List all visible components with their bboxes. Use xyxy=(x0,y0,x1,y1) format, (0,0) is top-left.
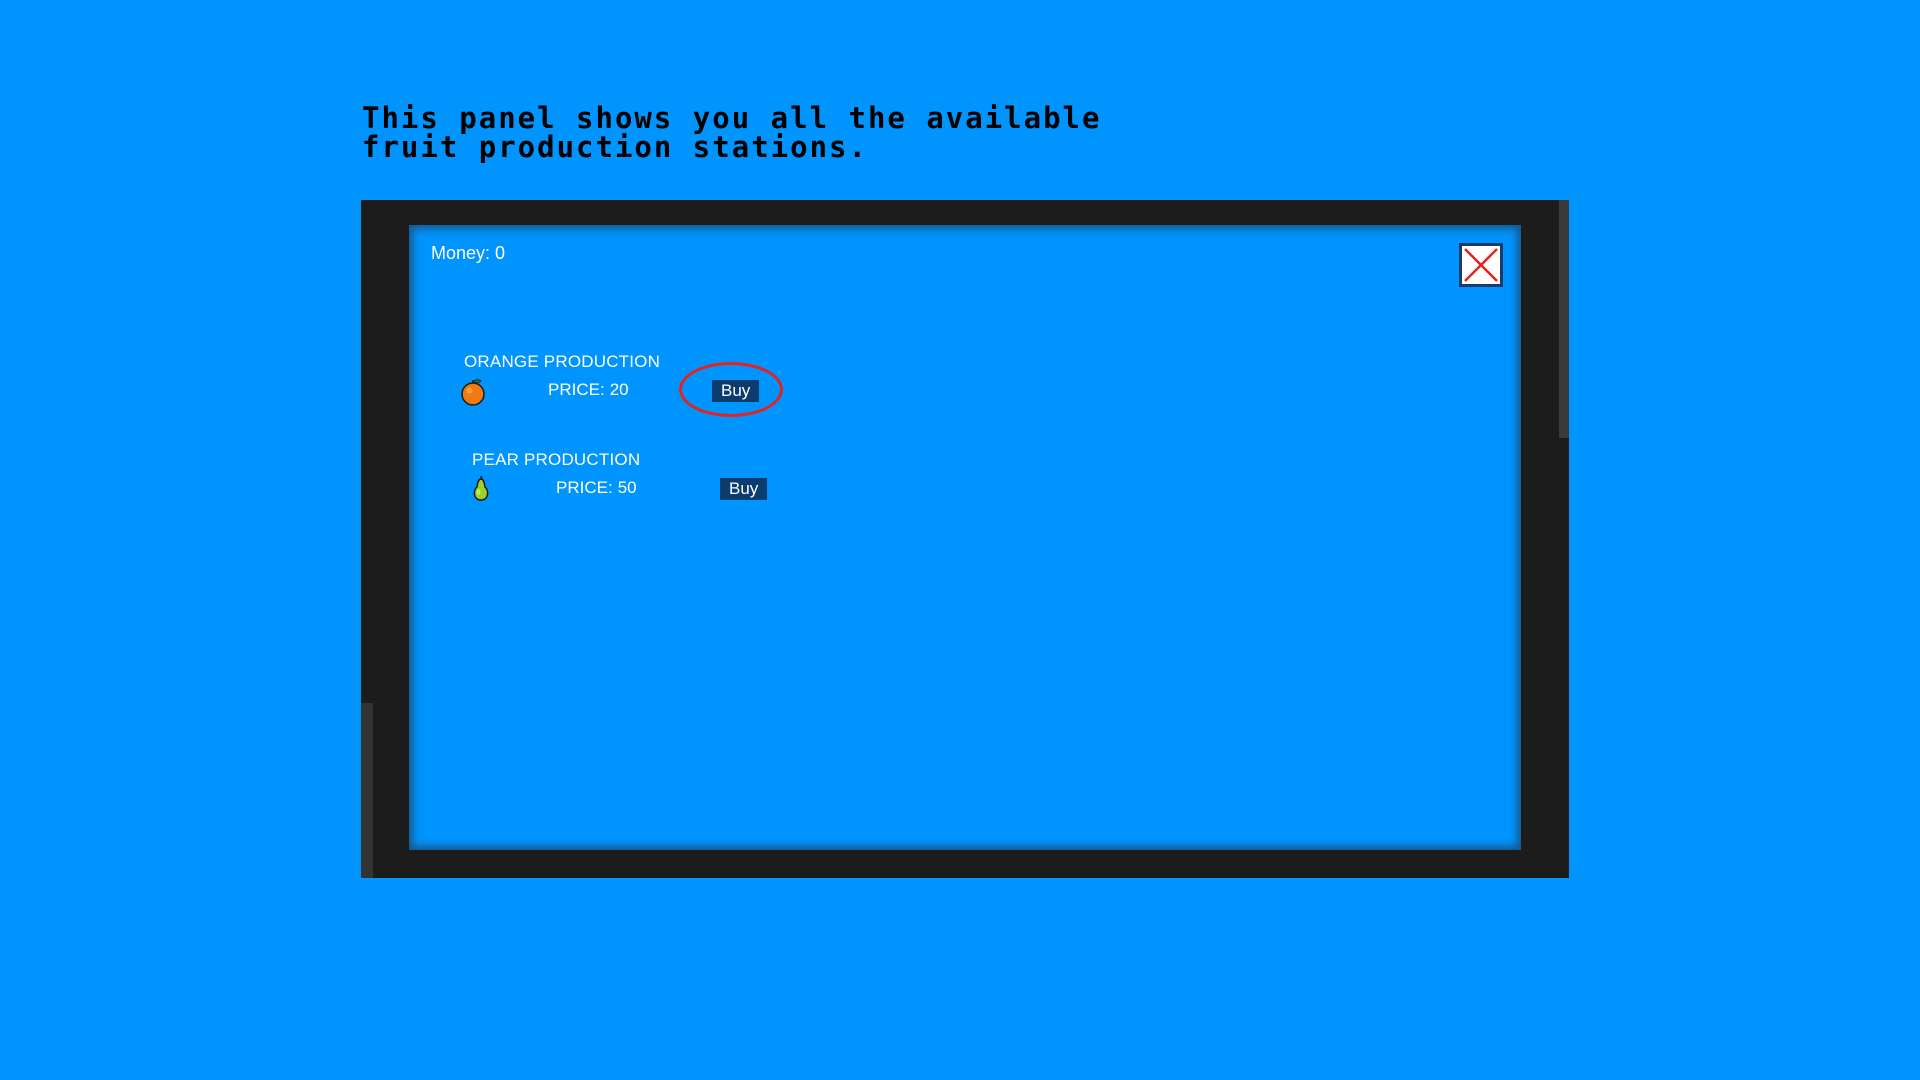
item-title: PEAR PRODUCTION xyxy=(472,450,641,469)
close-icon xyxy=(1464,248,1498,282)
shop-panel: Money: 0 ORANGE PRODUCTION PRICE: 20 Buy… xyxy=(409,225,1521,850)
game-screen: This panel shows you all the available f… xyxy=(0,0,1920,1080)
price-value: 50 xyxy=(617,478,637,497)
price-value: 20 xyxy=(609,380,629,399)
item-title: ORANGE PRODUCTION xyxy=(464,352,661,371)
buy-orange-production-button[interactable]: Buy xyxy=(712,380,760,402)
money-display: Money: 0 xyxy=(431,243,505,264)
shop-panel-frame: Money: 0 ORANGE PRODUCTION PRICE: 20 Buy… xyxy=(361,200,1569,878)
money-value: 0 xyxy=(495,243,506,263)
item-price: PRICE: 50 xyxy=(556,478,637,498)
price-label: PRICE: xyxy=(556,478,613,497)
orange-icon xyxy=(461,379,485,406)
price-label: PRICE: xyxy=(548,380,605,399)
close-button[interactable] xyxy=(1459,243,1503,287)
pear-icon xyxy=(473,475,489,501)
item-price: PRICE: 20 xyxy=(548,380,629,400)
money-label: Money: xyxy=(431,243,491,263)
buy-pear-production-button[interactable]: Buy xyxy=(720,478,768,500)
tutorial-text: This panel shows you all the available f… xyxy=(362,101,1102,164)
frame-edge xyxy=(361,703,373,878)
frame-edge xyxy=(1559,200,1569,438)
